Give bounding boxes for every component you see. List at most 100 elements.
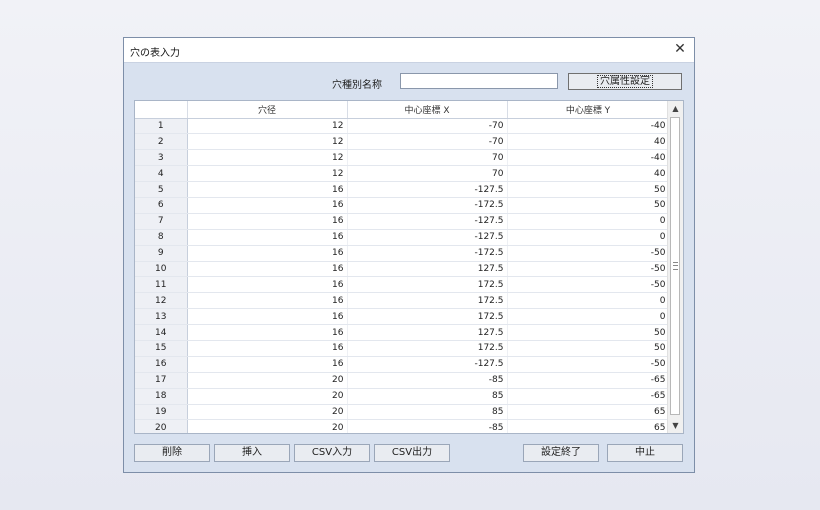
row-number: 18 xyxy=(135,388,188,405)
table-row[interactable]: 15 16 172.5 50 xyxy=(135,340,670,357)
cell-diameter[interactable]: 20 xyxy=(187,388,348,405)
delete-button[interactable]: 削除 xyxy=(134,444,210,462)
cell-center-y[interactable]: 50 xyxy=(507,340,670,357)
cell-center-y[interactable]: 0 xyxy=(507,229,670,246)
cell-center-y[interactable]: 0 xyxy=(507,292,670,310)
table-row[interactable]: 13 16 172.5 0 xyxy=(135,308,670,326)
cell-center-y[interactable]: 0 xyxy=(507,213,670,230)
cell-diameter[interactable]: 16 xyxy=(187,213,348,230)
cell-center-y[interactable]: 40 xyxy=(507,133,670,151)
cell-center-x[interactable]: 172.5 xyxy=(347,308,508,326)
cell-diameter[interactable]: 12 xyxy=(187,149,348,167)
table-row[interactable]: 9 16 -172.5 -50 xyxy=(135,245,670,262)
cell-center-y[interactable]: -50 xyxy=(507,276,670,294)
cell-diameter[interactable]: 16 xyxy=(187,229,348,246)
cell-center-x[interactable]: 172.5 xyxy=(347,340,508,357)
cell-diameter[interactable]: 20 xyxy=(187,404,348,421)
insert-button[interactable]: 挿入 xyxy=(214,444,290,462)
scroll-down-icon[interactable]: ▼ xyxy=(668,418,683,433)
cell-center-y[interactable]: -40 xyxy=(507,149,670,167)
table-row[interactable]: 16 16 -127.5 -50 xyxy=(135,356,670,373)
cell-center-x[interactable]: 70 xyxy=(347,149,508,167)
cell-diameter[interactable]: 16 xyxy=(187,197,348,214)
cell-center-x[interactable]: -127.5 xyxy=(347,229,508,246)
table-row[interactable]: 17 20 -85 -65 xyxy=(135,372,670,389)
table-row[interactable]: 10 16 127.5 -50 xyxy=(135,261,670,278)
column-header-diameter[interactable]: 穴径 xyxy=(187,101,348,119)
finish-settings-button[interactable]: 設定終了 xyxy=(523,444,599,462)
cell-center-x[interactable]: 85 xyxy=(347,404,508,421)
table-row[interactable]: 1 12 -70 -40 xyxy=(135,118,670,135)
cancel-button[interactable]: 中止 xyxy=(607,444,683,462)
table-row[interactable]: 8 16 -127.5 0 xyxy=(135,229,670,246)
cell-center-x[interactable]: -127.5 xyxy=(347,181,508,198)
row-number: 10 xyxy=(135,261,188,278)
column-header-center-x[interactable]: 中心座標 X xyxy=(347,101,508,119)
cell-diameter[interactable]: 12 xyxy=(187,118,348,135)
cell-diameter[interactable]: 16 xyxy=(187,308,348,326)
table-row[interactable]: 18 20 85 -65 xyxy=(135,388,670,405)
cell-center-x[interactable]: 172.5 xyxy=(347,292,508,310)
hole-table: 穴径 中心座標 X 中心座標 Y 1 12 -70 -40 2 12 -70 40 3 12 70-… xyxy=(135,101,670,433)
table-row[interactable]: 4 12 70 40 xyxy=(135,165,670,183)
cell-diameter[interactable]: 16 xyxy=(187,181,348,198)
cell-center-y[interactable]: -50 xyxy=(507,261,670,278)
table-row[interactable]: 12 16 172.5 0 xyxy=(135,292,670,310)
cell-diameter[interactable]: 16 xyxy=(187,245,348,262)
column-header-center-y[interactable]: 中心座標 Y xyxy=(507,101,670,119)
cell-diameter[interactable]: 20 xyxy=(187,372,348,389)
hole-attribute-button[interactable]: 穴属性設定 xyxy=(568,73,682,90)
cell-center-x[interactable]: 127.5 xyxy=(347,324,508,341)
vertical-scrollbar[interactable]: ▲ ▼ xyxy=(667,101,683,433)
scroll-up-icon[interactable]: ▲ xyxy=(668,101,683,116)
cell-center-x[interactable]: -85 xyxy=(347,419,508,433)
cell-center-x[interactable]: -70 xyxy=(347,133,508,151)
table-row[interactable]: 14 16 127.5 50 xyxy=(135,324,670,341)
cell-center-y[interactable]: -50 xyxy=(507,245,670,262)
cell-center-y[interactable]: -50 xyxy=(507,356,670,373)
cell-center-y[interactable]: -65 xyxy=(507,372,670,389)
cell-center-x[interactable]: -172.5 xyxy=(347,245,508,262)
cell-center-y[interactable]: 65 xyxy=(507,419,670,433)
cell-diameter[interactable]: 16 xyxy=(187,276,348,294)
table-row[interactable]: 19 20 85 65 xyxy=(135,404,670,421)
hole-name-input[interactable] xyxy=(400,73,558,89)
cell-diameter[interactable]: 12 xyxy=(187,165,348,183)
table-row[interactable]: 5 16 -127.5 50 xyxy=(135,181,670,198)
table-row[interactable]: 2 12 -70 40 xyxy=(135,133,670,151)
cell-diameter[interactable]: 16 xyxy=(187,340,348,357)
cell-center-x[interactable]: -70 xyxy=(347,118,508,135)
close-icon[interactable]: ✕ xyxy=(672,41,688,57)
cell-center-x[interactable]: -127.5 xyxy=(347,213,508,230)
cell-center-x[interactable]: -85 xyxy=(347,372,508,389)
cell-center-x[interactable]: -172.5 xyxy=(347,197,508,214)
cell-center-x[interactable]: 85 xyxy=(347,388,508,405)
cell-center-y[interactable]: -65 xyxy=(507,388,670,405)
cell-center-x[interactable]: 70 xyxy=(347,165,508,183)
cell-center-y[interactable]: 50 xyxy=(507,324,670,341)
cell-diameter[interactable]: 16 xyxy=(187,356,348,373)
hole-grid[interactable]: 穴径 中心座標 X 中心座標 Y 1 12 -70 -40 2 12 -70 40 3 12 70-… xyxy=(134,100,684,434)
cell-diameter[interactable]: 12 xyxy=(187,133,348,151)
scroll-thumb[interactable] xyxy=(670,117,680,415)
table-row[interactable]: 7 16 -127.5 0 xyxy=(135,213,670,230)
cell-center-y[interactable]: -40 xyxy=(507,118,670,135)
cell-center-x[interactable]: -127.5 xyxy=(347,356,508,373)
table-row[interactable]: 3 12 70 -40 xyxy=(135,149,670,167)
cell-center-y[interactable]: 0 xyxy=(507,308,670,326)
cell-diameter[interactable]: 20 xyxy=(187,419,348,433)
cell-center-x[interactable]: 127.5 xyxy=(347,261,508,278)
table-row[interactable]: 11 16 172.5 -50 xyxy=(135,276,670,294)
cell-center-y[interactable]: 40 xyxy=(507,165,670,183)
csv-import-button[interactable]: CSV入力 xyxy=(294,444,370,462)
cell-diameter[interactable]: 16 xyxy=(187,292,348,310)
cell-center-y[interactable]: 50 xyxy=(507,181,670,198)
table-row[interactable]: 6 16 -172.5 50 xyxy=(135,197,670,214)
csv-export-button[interactable]: CSV出力 xyxy=(374,444,450,462)
cell-diameter[interactable]: 16 xyxy=(187,261,348,278)
cell-center-y[interactable]: 65 xyxy=(507,404,670,421)
cell-center-x[interactable]: 172.5 xyxy=(347,276,508,294)
cell-diameter[interactable]: 16 xyxy=(187,324,348,341)
cell-center-y[interactable]: 50 xyxy=(507,197,670,214)
table-row[interactable]: 20 20 -85 65 xyxy=(135,419,670,433)
